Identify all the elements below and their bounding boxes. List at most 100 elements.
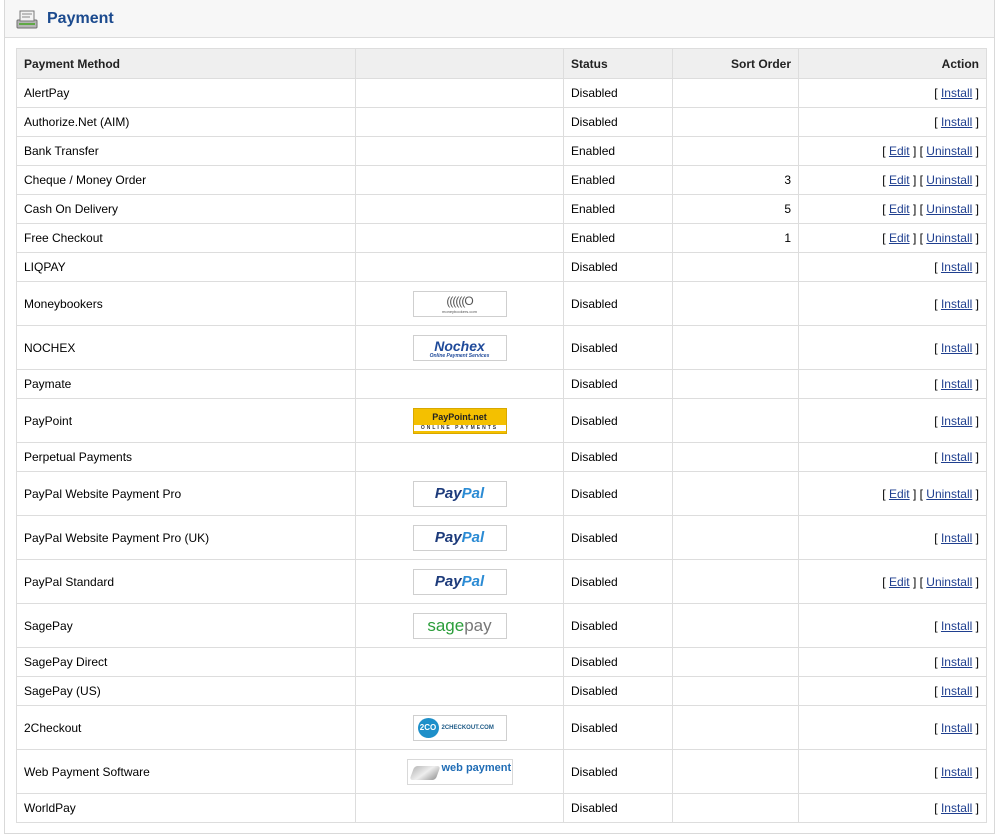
- sort-order-cell: [672, 78, 799, 108]
- payment-method-logo-cell: Nochex Online Payment Services: [355, 325, 564, 370]
- edit-link[interactable]: Edit: [889, 575, 910, 589]
- payment-method-name: NOCHEX: [16, 325, 356, 370]
- install-link[interactable]: Install: [941, 619, 972, 633]
- install-link[interactable]: Install: [941, 377, 972, 391]
- payment-method-name: PayPal Website Payment Pro (UK): [16, 515, 356, 560]
- payment-method-logo-cell: PayPoint.net ONLINE PAYMENTS: [355, 398, 564, 443]
- payment-method-logo-cell: [355, 793, 564, 823]
- sort-order-cell: [672, 442, 799, 472]
- edit-link[interactable]: Edit: [889, 144, 910, 158]
- sort-order-cell: 3: [672, 165, 799, 195]
- uninstall-link[interactable]: Uninstall: [926, 487, 972, 501]
- install-link[interactable]: Install: [941, 341, 972, 355]
- status-cell: Disabled: [563, 471, 673, 516]
- sagepay-logo: sagepay: [412, 612, 507, 639]
- table-row: Authorize.Net (AIM) Disabled [ Install ]: [16, 107, 987, 137]
- install-link[interactable]: Install: [941, 721, 972, 735]
- install-link[interactable]: Install: [941, 655, 972, 669]
- uninstall-link[interactable]: Uninstall: [926, 144, 972, 158]
- uninstall-link[interactable]: Uninstall: [926, 231, 972, 245]
- uninstall-link[interactable]: Uninstall: [926, 202, 972, 216]
- install-link[interactable]: Install: [941, 765, 972, 779]
- logo-text: 2CHECKOUT.COM: [441, 724, 494, 731]
- logo-swoosh-icon: [408, 765, 441, 780]
- edit-link[interactable]: Edit: [889, 202, 910, 216]
- install-link[interactable]: Install: [941, 684, 972, 698]
- uninstall-link[interactable]: Uninstall: [926, 575, 972, 589]
- column-header-method[interactable]: Payment Method: [16, 48, 356, 79]
- column-header-logo: [355, 48, 564, 79]
- action-cell: [ Install ]: [798, 676, 987, 706]
- table-row: SagePay (US) Disabled [ Install ]: [16, 676, 987, 706]
- status-cell: Disabled: [563, 603, 673, 648]
- install-link[interactable]: Install: [941, 297, 972, 311]
- edit-link[interactable]: Edit: [889, 231, 910, 245]
- action-cell: [ Edit ] [ Uninstall ]: [798, 194, 987, 224]
- table-row: PayPoint PayPoint.net ONLINE PAYMENTS Disab…: [16, 398, 987, 443]
- logo-text: PayPoint.net: [432, 411, 487, 422]
- install-link[interactable]: Install: [941, 450, 972, 464]
- install-link[interactable]: Install: [941, 115, 972, 129]
- sort-order-cell: [672, 793, 799, 823]
- logo-text: Pal: [461, 528, 485, 546]
- column-header-sort-order[interactable]: Sort Order: [672, 48, 799, 79]
- logo-subtext: moneybookers.com: [442, 308, 477, 314]
- table-row: NOCHEX Nochex Online Payment Services Disab…: [16, 325, 987, 370]
- sort-order-cell: 1: [672, 223, 799, 253]
- edit-link[interactable]: Edit: [889, 487, 910, 501]
- paypal-logo: PayPal: [412, 568, 507, 595]
- table-row: Free Checkout Enabled 1[ Edit ] [ Uninstal…: [16, 223, 987, 253]
- column-header-status[interactable]: Status: [563, 48, 673, 79]
- install-link[interactable]: Install: [941, 531, 972, 545]
- payment-method-name: 2Checkout: [16, 705, 356, 750]
- payment-panel: Payment Payment Method Status Sort Order…: [4, 0, 995, 834]
- table-row: Bank Transfer Enabled [ Edit ] [ Uninstall…: [16, 136, 987, 166]
- 2checkout-logo: 2CO 2CHECKOUT.COM: [412, 714, 507, 741]
- logo-text: Nochex: [434, 337, 485, 354]
- table-row: 2Checkout 2CO 2CHECKOUT.COM Disabled [ Insta…: [16, 705, 987, 750]
- sort-order-cell: [672, 107, 799, 137]
- action-cell: [ Install ]: [798, 281, 987, 326]
- payment-method-name: SagePay: [16, 603, 356, 648]
- payment-method-logo-cell: [355, 223, 564, 253]
- column-header-action: Action: [798, 48, 987, 79]
- table-row: SagePay sagepay Disabled [ Install ]: [16, 603, 987, 648]
- status-cell: Disabled: [563, 398, 673, 443]
- payment-method-name: Perpetual Payments: [16, 442, 356, 472]
- action-cell: [ Install ]: [798, 749, 987, 794]
- uninstall-link[interactable]: Uninstall: [926, 173, 972, 187]
- payment-icon: [16, 10, 38, 28]
- edit-link[interactable]: Edit: [889, 173, 910, 187]
- logo-text: Pal: [461, 572, 485, 590]
- sort-order-cell: [672, 559, 799, 604]
- action-cell: [ Install ]: [798, 78, 987, 108]
- install-link[interactable]: Install: [941, 414, 972, 428]
- payment-method-name: Web Payment Software: [16, 749, 356, 794]
- payment-method-name: Cheque / Money Order: [16, 165, 356, 195]
- payment-method-name: Bank Transfer: [16, 136, 356, 166]
- status-cell: Disabled: [563, 369, 673, 399]
- action-cell: [ Edit ] [ Uninstall ]: [798, 223, 987, 253]
- install-link[interactable]: Install: [941, 801, 972, 815]
- payment-method-logo-cell: web payment software: [355, 749, 564, 794]
- payment-method-name: Authorize.Net (AIM): [16, 107, 356, 137]
- payment-method-name: SagePay (US): [16, 676, 356, 706]
- status-cell: Enabled: [563, 223, 673, 253]
- table-row: LIQPAY Disabled [ Install ]: [16, 252, 987, 282]
- table-row: Moneybookers ((((((O moneybookers.com Disab…: [16, 281, 987, 326]
- status-cell: Disabled: [563, 107, 673, 137]
- action-cell: [ Install ]: [798, 369, 987, 399]
- table-row: Paymate Disabled [ Install ]: [16, 369, 987, 399]
- table-row: AlertPay Disabled [ Install ]: [16, 78, 987, 108]
- payment-method-logo-cell: [355, 647, 564, 677]
- install-link[interactable]: Install: [941, 86, 972, 100]
- table-row: PayPal Website Payment Pro (UK) PayPal Dis…: [16, 515, 987, 560]
- payment-method-logo-cell: ((((((O moneybookers.com: [355, 281, 564, 326]
- sort-order-cell: [672, 749, 799, 794]
- status-cell: Enabled: [563, 165, 673, 195]
- status-cell: Disabled: [563, 515, 673, 560]
- logo-text: ((((((O: [446, 293, 473, 308]
- payment-method-logo-cell: PayPal: [355, 515, 564, 560]
- payment-method-name: Free Checkout: [16, 223, 356, 253]
- install-link[interactable]: Install: [941, 260, 972, 274]
